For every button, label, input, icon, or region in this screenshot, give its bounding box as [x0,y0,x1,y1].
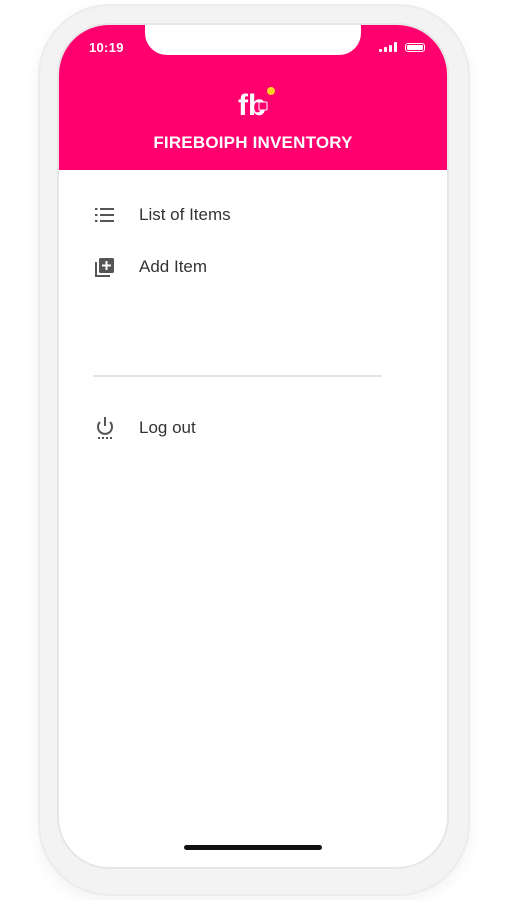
app-header: 10:19 fb FIREBOIPH INVENTORY [59,25,447,170]
list-icon [93,203,117,227]
menu-item-label: Log out [139,418,196,437]
menu-item-list-of-items[interactable]: List of Items [93,200,231,230]
add-box-icon [93,255,117,279]
status-time: 10:19 [89,40,124,55]
screen: 10:19 fb FIREBOIPH INVENTORY List of Ite… [59,25,447,867]
menu-divider [93,375,382,377]
battery-icon [405,42,425,52]
home-indicator[interactable] [184,845,322,850]
menu-item-label: Add Item [139,257,208,276]
menu-item-label: List of Items [139,205,231,224]
app-logo: fb [238,87,275,121]
menu-item-log-out[interactable]: Log out [93,413,196,443]
app-title: FIREBOIPH INVENTORY [153,133,353,152]
power-icon [93,416,117,440]
signal-icon [379,42,397,52]
device-notch [145,25,361,55]
status-icons [379,42,425,52]
menu-item-add-item[interactable]: Add Item [93,252,207,282]
